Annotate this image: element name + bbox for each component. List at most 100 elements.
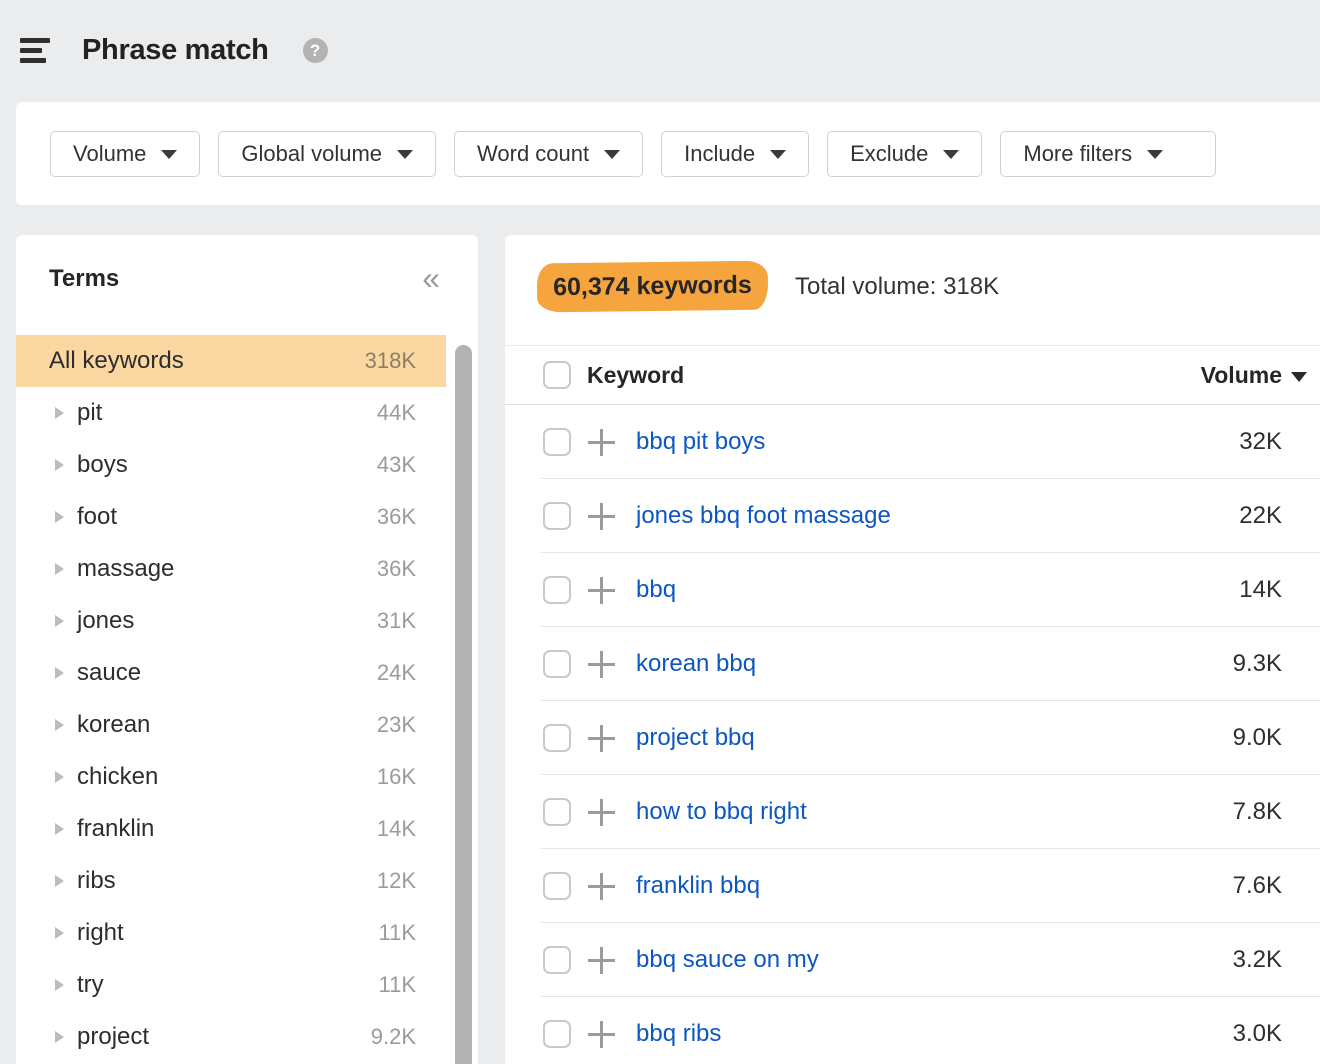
help-icon[interactable]: ? [303, 38, 328, 63]
select-all-checkbox[interactable] [543, 361, 571, 389]
terms-item-all-keywords[interactable]: All keywords 318K [16, 335, 446, 387]
terms-item-label: pit [77, 399, 102, 427]
keyword-column-header: Keyword [587, 362, 684, 389]
row-checkbox[interactable] [543, 650, 571, 678]
expand-triangle-icon[interactable] [55, 927, 64, 939]
terms-panel-title: Terms [49, 265, 119, 293]
terms-item[interactable]: korean 23K [16, 699, 446, 751]
row-checkbox[interactable] [543, 576, 571, 604]
add-to-list-icon[interactable] [588, 947, 615, 974]
keyword-link[interactable]: franklin bbq [636, 872, 760, 900]
terms-item[interactable]: massage 36K [16, 543, 446, 595]
keyword-link[interactable]: project bbq [636, 724, 755, 752]
terms-item[interactable]: project 9.2K [16, 1011, 446, 1063]
keyword-row: bbq 14K [505, 553, 1320, 627]
row-checkbox[interactable] [543, 798, 571, 826]
row-checkbox[interactable] [543, 946, 571, 974]
terms-item[interactable]: foot 36K [16, 491, 446, 543]
expand-triangle-icon[interactable] [55, 875, 64, 887]
filter-dropdown-button[interactable]: More filters [1000, 131, 1216, 177]
terms-item-label: project [77, 1023, 149, 1051]
terms-item[interactable]: franklin 14K [16, 803, 446, 855]
terms-item-volume: 11K [378, 920, 416, 946]
row-checkbox[interactable] [543, 502, 571, 530]
keyword-link[interactable]: korean bbq [636, 650, 756, 678]
keyword-volume: 22K [1239, 502, 1320, 530]
add-to-list-icon[interactable] [588, 799, 615, 826]
keyword-link[interactable]: jones bbq foot massage [636, 502, 891, 530]
expand-triangle-icon[interactable] [55, 667, 64, 679]
keyword-link[interactable]: bbq pit boys [636, 428, 765, 456]
filter-label: Word count [477, 141, 589, 167]
expand-triangle-icon[interactable] [55, 407, 64, 419]
terms-item-volume: 14K [377, 816, 416, 842]
expand-triangle-icon[interactable] [55, 563, 64, 575]
keyword-row: bbq pit boys 32K [505, 405, 1320, 479]
keyword-link[interactable]: how to bbq right [636, 798, 807, 826]
volume-column-header[interactable]: Volume [1201, 362, 1320, 389]
terms-item[interactable]: jones 31K [16, 595, 446, 647]
terms-scrollbar-thumb[interactable] [455, 345, 472, 1064]
volume-column-label: Volume [1201, 362, 1282, 389]
expand-triangle-icon[interactable] [55, 979, 64, 991]
terms-item-volume: 36K [377, 556, 416, 582]
filter-dropdown-button[interactable]: Volume [50, 131, 200, 177]
terms-item[interactable]: ribs 12K [16, 855, 446, 907]
terms-item[interactable]: pit 44K [16, 387, 446, 439]
terms-item-label: jones [77, 607, 134, 635]
chevron-down-icon [604, 150, 620, 159]
add-to-list-icon[interactable] [588, 725, 615, 752]
results-summary: 60,374 keywords Total volume: 318K [505, 235, 1320, 345]
add-to-list-icon[interactable] [588, 651, 615, 678]
add-to-list-icon[interactable] [588, 503, 615, 530]
expand-triangle-icon[interactable] [55, 459, 64, 471]
terms-item-volume: 12K [377, 868, 416, 894]
terms-item-label: korean [77, 711, 150, 739]
row-checkbox[interactable] [543, 872, 571, 900]
terms-item[interactable]: boys 43K [16, 439, 446, 491]
filter-label: Include [684, 141, 755, 167]
expand-triangle-icon[interactable] [55, 719, 64, 731]
terms-item-volume: 43K [377, 452, 416, 478]
terms-item[interactable]: chicken 16K [16, 751, 446, 803]
add-to-list-icon[interactable] [588, 1021, 615, 1048]
filter-dropdown-button[interactable]: Include [661, 131, 809, 177]
terms-item-volume: 31K [377, 608, 416, 634]
terms-item-volume: 36K [377, 504, 416, 530]
keyword-volume: 7.8K [1233, 798, 1320, 826]
keyword-volume: 32K [1239, 428, 1320, 456]
filter-label: Volume [73, 141, 146, 167]
terms-panel-header: Terms « [16, 235, 478, 335]
menu-icon[interactable] [20, 38, 50, 63]
keyword-row: bbq sauce on my 3.2K [505, 923, 1320, 997]
filter-dropdown-button[interactable]: Word count [454, 131, 643, 177]
add-to-list-icon[interactable] [588, 577, 615, 604]
filter-label: Exclude [850, 141, 928, 167]
expand-triangle-icon[interactable] [55, 511, 64, 523]
row-checkbox[interactable] [543, 724, 571, 752]
expand-triangle-icon[interactable] [55, 615, 64, 627]
terms-item[interactable]: try 11K [16, 959, 446, 1011]
top-bar: Phrase match ? [20, 34, 328, 67]
terms-item[interactable]: sauce 24K [16, 647, 446, 699]
filter-dropdown-button[interactable]: Global volume [218, 131, 436, 177]
collapse-panel-icon[interactable]: « [422, 265, 440, 291]
add-to-list-icon[interactable] [588, 873, 615, 900]
chevron-down-icon [770, 150, 786, 159]
expand-triangle-icon[interactable] [55, 771, 64, 783]
terms-item[interactable]: right 11K [16, 907, 446, 959]
filter-dropdown-button[interactable]: Exclude [827, 131, 982, 177]
keyword-link[interactable]: bbq sauce on my [636, 946, 819, 974]
sort-desc-icon [1291, 372, 1307, 382]
terms-item-label: try [77, 971, 104, 999]
expand-triangle-icon[interactable] [55, 1031, 64, 1043]
keyword-volume: 3.2K [1233, 946, 1320, 974]
expand-triangle-icon[interactable] [55, 823, 64, 835]
terms-item-volume: 23K [377, 712, 416, 738]
add-to-list-icon[interactable] [588, 429, 615, 456]
keyword-link[interactable]: bbq [636, 576, 676, 604]
row-checkbox[interactable] [543, 1020, 571, 1048]
row-checkbox[interactable] [543, 428, 571, 456]
keyword-link[interactable]: bbq ribs [636, 1020, 721, 1048]
keyword-table-rows: bbq pit boys 32K jones bbq foot massage … [505, 405, 1320, 1064]
